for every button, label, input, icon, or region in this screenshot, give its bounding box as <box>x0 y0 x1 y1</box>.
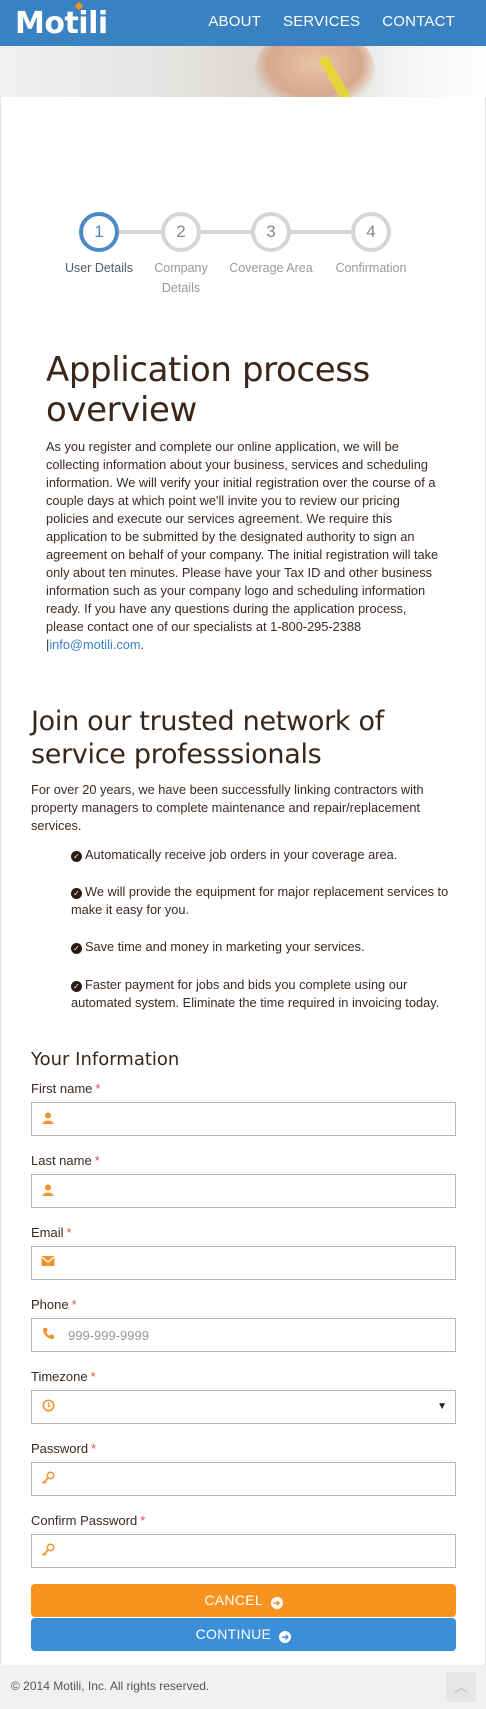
benefit-item: ✓ Automatically receive job orders in you… <box>71 846 461 864</box>
page-footer: © 2014 Motili, Inc. All rights reserved.… <box>0 1665 486 1709</box>
phone-input[interactable] <box>68 1319 438 1351</box>
phone-label: Phone * <box>31 1297 77 1312</box>
timezone-select[interactable]: ▼ <box>31 1390 456 1424</box>
key-icon <box>40 1471 56 1487</box>
timezone-selected-value <box>68 1391 438 1423</box>
scroll-to-top-button[interactable]: ︿ <box>446 1672 476 1702</box>
hero-overlay <box>0 46 486 97</box>
clock-icon <box>40 1399 56 1415</box>
confirm-password-input[interactable] <box>68 1535 438 1567</box>
step-2-label-line2: Details <box>161 281 201 295</box>
cancel-button[interactable]: CANCEL ➜ <box>31 1584 456 1617</box>
check-circle-icon: ✓ <box>71 888 82 899</box>
required-asterisk: * <box>90 1369 96 1384</box>
step-3-circle: 3 <box>251 212 291 252</box>
caret-down-icon: ▼ <box>437 1401 447 1412</box>
overview-heading: Application process overview <box>46 350 370 430</box>
step-2-circle: 2 <box>161 212 201 252</box>
check-circle-icon: ✓ <box>71 943 82 954</box>
required-asterisk: * <box>66 1225 72 1240</box>
join-paragraph: For over 20 years, we have been successf… <box>31 782 424 833</box>
motili-logo[interactable]: Motili <box>15 6 108 41</box>
overview-paragraph: As you register and complete our online … <box>46 438 446 654</box>
phone-field <box>31 1318 456 1352</box>
arrow-circle-right-icon: ➜ <box>279 1631 292 1643</box>
confirm-password-label: Confirm Password * <box>31 1513 145 1528</box>
benefit-item: ✓ Save time and money in marketing your s… <box>71 938 461 956</box>
required-asterisk: * <box>140 1513 146 1528</box>
confirm-password-label-text: Confirm Password <box>31 1513 138 1528</box>
arrow-circle-right-icon: ➜ <box>270 1597 283 1609</box>
benefit-text: Save time and money in marketing your se… <box>85 939 365 954</box>
continue-button[interactable]: CONTINUE ➜ <box>31 1618 456 1651</box>
email-input[interactable] <box>68 1247 438 1279</box>
first-name-field <box>31 1102 456 1136</box>
step-3-label: Coverage Area <box>221 258 321 278</box>
chevron-up-icon: ︿ <box>454 1679 468 1695</box>
step-1-circle: 1 <box>79 212 119 252</box>
step-2-label-line1: Company <box>154 261 208 275</box>
hero-image <box>0 46 486 97</box>
overview-end: . <box>140 637 145 652</box>
first-name-label-text: First name <box>31 1081 93 1096</box>
key-icon <box>40 1543 56 1559</box>
password-label-text: Password <box>31 1441 89 1456</box>
timezone-label: Timezone * <box>31 1369 96 1384</box>
contact-email-link[interactable]: info@motili.com <box>49 637 140 652</box>
envelope-icon <box>40 1255 56 1271</box>
last-name-label-text: Last name <box>31 1153 92 1168</box>
check-circle-icon: ✓ <box>71 981 82 992</box>
step-1-label-text: User Details <box>64 261 134 275</box>
main-nav: ABOUT SERVICES CONTACT <box>186 13 455 30</box>
step-1-label: User Details <box>54 258 144 278</box>
password-label: Password * <box>31 1441 96 1456</box>
join-heading: Join our trusted network of service prof… <box>31 706 384 770</box>
phone-label-text: Phone <box>31 1297 69 1312</box>
step-4-circle: 4 <box>351 212 391 252</box>
nav-contact-link[interactable]: CONTACT <box>382 13 455 30</box>
user-icon <box>40 1111 56 1127</box>
benefit-text: Faster payment for jobs and bids you com… <box>71 977 440 1010</box>
benefit-text: We will provide the equipment for major … <box>71 884 449 917</box>
step-4-label: Confirmation <box>326 258 416 278</box>
user-icon <box>40 1183 56 1199</box>
step-3-label-text: Coverage Area <box>229 261 313 275</box>
first-name-label: First name * <box>31 1081 100 1096</box>
required-asterisk: * <box>71 1297 77 1312</box>
required-asterisk: * <box>91 1441 97 1456</box>
step-4-label-text: Confirmation <box>335 261 407 275</box>
overview-body: As you register and complete our online … <box>46 439 439 652</box>
last-name-label: Last name * <box>31 1153 100 1168</box>
benefit-item: ✓ We will provide the equipment for major… <box>71 883 461 919</box>
top-navbar: Motili ABOUT SERVICES CONTACT <box>0 0 486 46</box>
benefit-text: Automatically receive job orders in your… <box>85 847 398 862</box>
last-name-input[interactable] <box>68 1175 438 1207</box>
first-name-input[interactable] <box>68 1103 438 1135</box>
password-field <box>31 1462 456 1496</box>
nav-about-link[interactable]: ABOUT <box>208 13 261 30</box>
email-label: Email * <box>31 1225 72 1240</box>
phone-icon <box>40 1327 56 1343</box>
password-input[interactable] <box>68 1463 438 1495</box>
required-asterisk: * <box>94 1153 100 1168</box>
nav-services-link[interactable]: SERVICES <box>283 13 360 30</box>
copyright-text: © 2014 Motili, Inc. All rights reserved. <box>11 1679 210 1693</box>
email-label-text: Email <box>31 1225 64 1240</box>
continue-button-label: CONTINUE <box>195 1626 272 1642</box>
email-field <box>31 1246 456 1280</box>
timezone-label-text: Timezone <box>31 1369 88 1384</box>
step-2-label: Company Details <box>141 258 221 298</box>
cancel-button-label: CANCEL <box>204 1592 263 1608</box>
form-heading: Your Information <box>31 1049 180 1070</box>
benefit-item: ✓ Faster payment for jobs and bids you co… <box>71 976 461 1012</box>
check-circle-icon: ✓ <box>71 851 82 862</box>
confirm-password-field <box>31 1534 456 1568</box>
main-card <box>0 97 486 1665</box>
last-name-field <box>31 1174 456 1208</box>
required-asterisk: * <box>95 1081 101 1096</box>
